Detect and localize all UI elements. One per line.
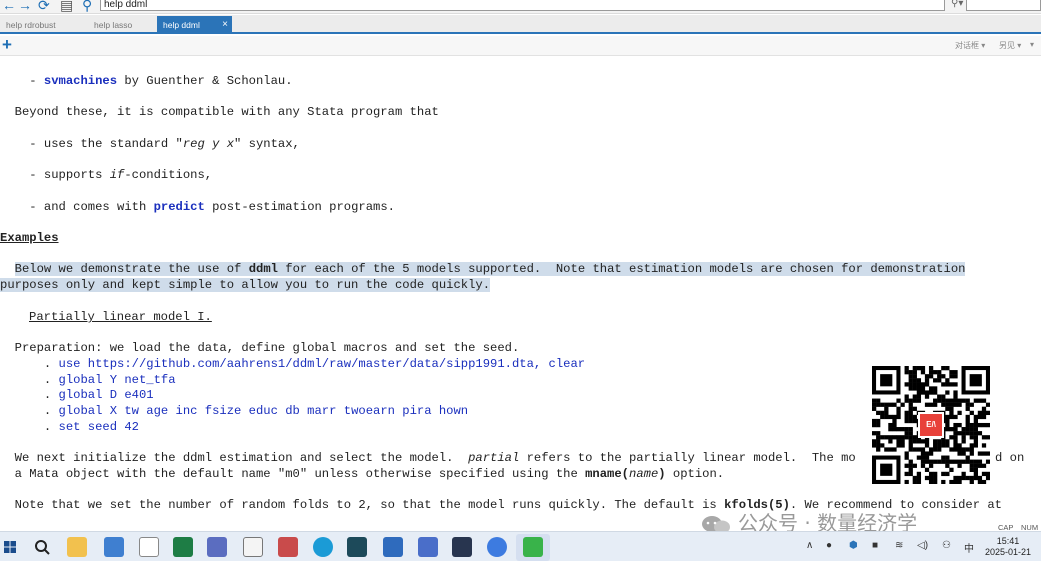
tab-bar: help rdrobust help lasso help ddml × <box>0 15 1041 34</box>
refresh-icon[interactable]: ⟳ <box>38 0 50 13</box>
tray-chat-icon[interactable]: ■ <box>872 540 878 551</box>
also-see-menu[interactable]: 另见 ▾ <box>999 40 1021 51</box>
cmd-use: . use https://github.com/aahrens1/ddml/r… <box>0 357 586 371</box>
tab-help-lasso[interactable]: help lasso <box>88 16 152 34</box>
input-method-icon[interactable]: 中 <box>964 540 974 555</box>
tab-label: help rdrobust <box>6 20 56 30</box>
wifi-icon[interactable]: ≋ <box>895 540 903 551</box>
svm-line: - svmachines by Guenther & Schonlau. <box>0 74 293 88</box>
prep-line: Preparation: we load the data, define gl… <box>0 341 520 355</box>
predict-link[interactable]: predict <box>154 200 205 214</box>
cmd-global-x: . global X tw age inc fsize educ db marr… <box>0 404 469 418</box>
clock[interactable]: 15:41 2025-01-21 <box>985 536 1031 558</box>
qr-logo: E/\ <box>918 412 944 438</box>
clock-time: 15:41 <box>996 536 1020 546</box>
plm-heading: Partially linear model I. <box>29 310 212 324</box>
tab-help-rdrobust[interactable]: help rdrobust <box>0 16 82 34</box>
navigation-bar: ← → ⟳ ▤ ⚲ help ddml ⚲▾ <box>0 0 1041 14</box>
cmd-set-seed-link[interactable]: set seed 42 <box>59 420 139 434</box>
cmd-global-x-link[interactable]: global X tw age inc fsize educ db marr t… <box>59 404 469 418</box>
tab-label: help lasso <box>94 20 133 30</box>
outlook-icon[interactable] <box>383 537 403 557</box>
search-icon[interactable] <box>34 539 50 555</box>
new-tab-button[interactable]: + <box>2 35 12 55</box>
tray-app-icon[interactable]: ● <box>826 540 832 551</box>
bullet-if: - supports if-conditions, <box>0 168 213 182</box>
examples-line-1: Below we demonstrate the use of ddml for… <box>14 262 966 276</box>
forward-icon[interactable]: → <box>18 0 32 13</box>
cmd-global-y-link[interactable]: global Y net_tfa <box>59 373 176 387</box>
viewer-toolbar: + 对话框 ▾ 另见 ▾ ▾ <box>0 35 1041 56</box>
browser-icon[interactable] <box>487 537 507 557</box>
grid-app-icon[interactable] <box>207 537 227 557</box>
shield-icon[interactable]: ⬢ <box>849 540 858 551</box>
excel-icon[interactable] <box>173 537 193 557</box>
tab-label: help ddml <box>163 20 200 30</box>
bullet-predict: - and comes with predict post-estimation… <box>0 200 395 214</box>
examples-heading: Examples <box>0 231 59 245</box>
mata-line: a Mata object with the default name "m0"… <box>0 467 725 481</box>
bullet-syntax: - uses the standard "reg y x" syntax, <box>0 137 300 151</box>
init-line: We next initialize the ddml estimation a… <box>0 451 856 465</box>
wechat-taskbar-icon[interactable] <box>523 537 543 557</box>
clock-date: 2025-01-21 <box>985 547 1032 557</box>
back-icon[interactable]: ← <box>2 0 16 13</box>
print-icon[interactable]: ▤ <box>60 0 73 13</box>
stata-viewer-window: ← → ⟳ ▤ ⚲ help ddml ⚲▾ help rdrobust hel… <box>0 0 1041 561</box>
app-icon[interactable] <box>104 537 124 557</box>
find-input[interactable] <box>966 0 1041 11</box>
table-app-icon[interactable] <box>452 537 472 557</box>
panda-app-icon[interactable] <box>139 537 159 557</box>
stata-icon[interactable] <box>418 537 438 557</box>
file-explorer-icon[interactable] <box>67 537 87 557</box>
cmd-set-seed: . set seed 42 <box>0 420 139 434</box>
volume-icon[interactable]: ◁) <box>917 540 928 551</box>
tab-help-ddml[interactable]: help ddml × <box>157 16 232 34</box>
cmd-global-y: . global Y net_tfa <box>0 373 176 387</box>
chevron-up-icon[interactable]: ∧ <box>806 540 813 551</box>
dialog-menu[interactable]: 对话框 ▾ <box>955 40 985 51</box>
edge-browser-icon[interactable] <box>313 537 333 557</box>
search-icon[interactable]: ⚲ <box>82 0 92 13</box>
terminal-icon[interactable] <box>347 537 367 557</box>
calculator-icon[interactable] <box>278 537 298 557</box>
examples-line-2: purposes only and kept simple to allow y… <box>0 278 491 292</box>
cmd-use-link[interactable]: use https://github.com/aahrens1/ddml/raw… <box>59 357 586 371</box>
find-icon[interactable]: ⚲▾ <box>951 0 963 9</box>
windows-start-icon[interactable] <box>4 541 16 553</box>
svmachines-link[interactable]: svmachines <box>44 74 117 88</box>
jump-menu[interactable]: ▾ <box>1030 40 1034 49</box>
cmd-global-d-link[interactable]: global D e401 <box>59 388 154 402</box>
close-icon[interactable]: × <box>222 16 228 34</box>
taskbar: ∧ ● ⬢ ■ ≋ ◁) ⚇ 中 15:41 2025-01-21 <box>0 531 1041 561</box>
compat-line: Beyond these, it is compatible with any … <box>0 105 439 119</box>
qr-code: E/\ <box>872 366 991 485</box>
cmd-global-d: . global D e401 <box>0 388 154 402</box>
init-line-tail: d on <box>995 451 1025 465</box>
command-input[interactable]: help ddml <box>100 0 945 11</box>
text-editor-icon[interactable] <box>243 537 263 557</box>
network-icon[interactable]: ⚇ <box>942 540 951 551</box>
